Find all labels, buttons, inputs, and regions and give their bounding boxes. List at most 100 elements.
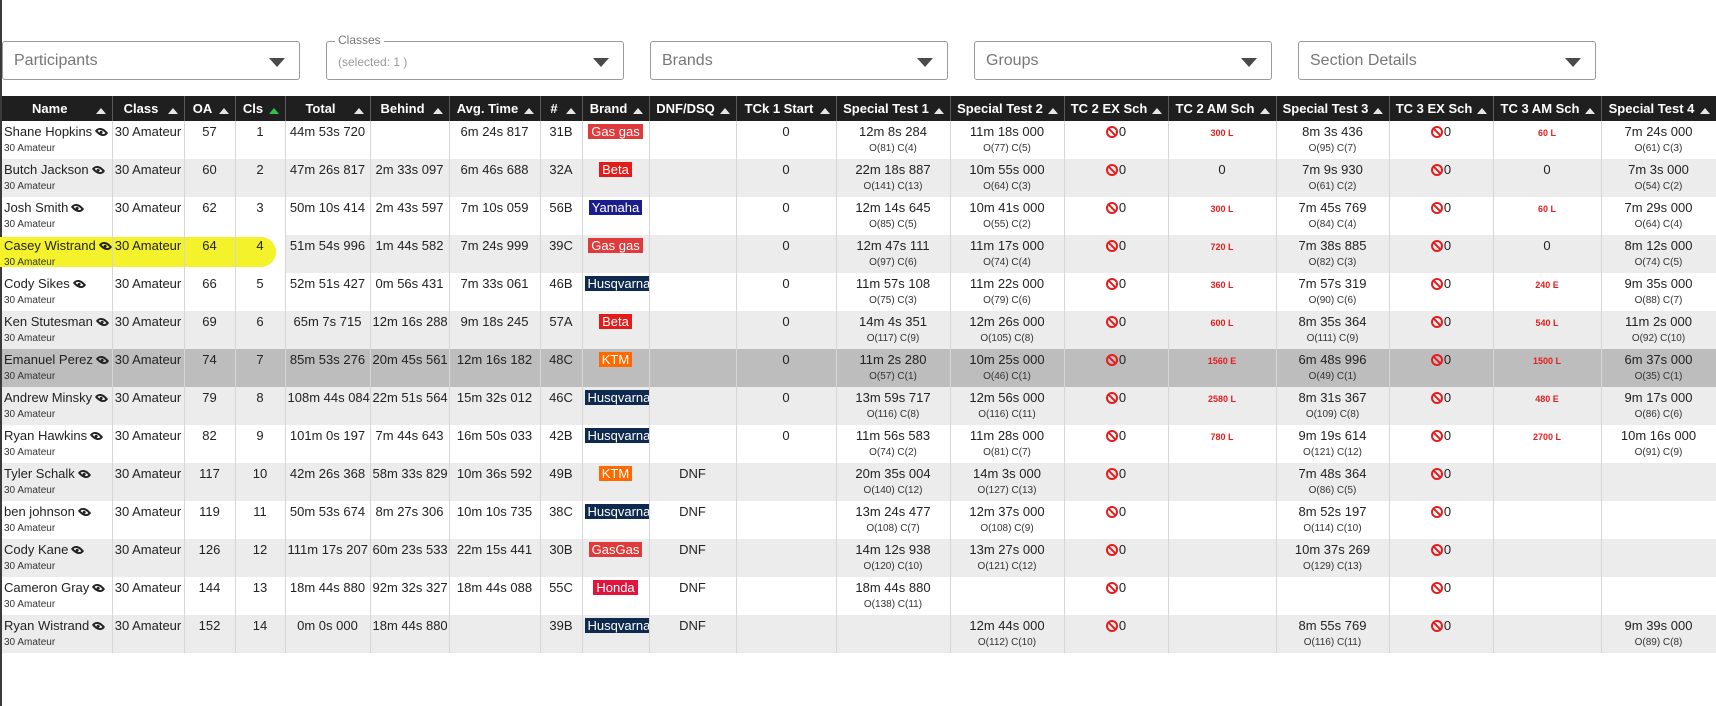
sort-arrow-icon[interactable]: [1699, 108, 1710, 114]
table-row[interactable]: Ken Stutesman 30 Amateur 30 Amateur 69 6 65m …: [2, 311, 1716, 349]
eye-icon[interactable]: [71, 542, 85, 557]
participants-dropdown[interactable]: Participants: [2, 41, 300, 80]
eye-icon[interactable]: [77, 504, 92, 519]
eye-icon[interactable]: [98, 238, 111, 253]
table-row[interactable]: ben johnson 30 Amateur 30 Amateur 119 11 50m …: [2, 501, 1716, 539]
eye-icon[interactable]: [94, 390, 109, 405]
column-header-total[interactable]: Total: [285, 96, 371, 121]
column-header-brand[interactable]: Brand: [582, 96, 650, 121]
participant-name[interactable]: Ryan Hawkins: [4, 428, 87, 443]
eye-icon[interactable]: [77, 466, 92, 481]
column-header-class[interactable]: Class: [112, 96, 185, 121]
table-row[interactable]: Tyler Schalk 30 Amateur 30 Amateur 117 10 42m…: [2, 463, 1716, 501]
groups-dropdown[interactable]: Groups: [974, 41, 1272, 80]
special-test-4-cell: [1601, 539, 1716, 577]
sort-arrow-icon[interactable]: [218, 108, 229, 114]
column-header-oa[interactable]: OA: [184, 96, 236, 121]
table-row[interactable]: Ryan Wistrand 30 Amateur 30 Amateur 152 14 0m…: [2, 615, 1716, 653]
sort-arrow-icon[interactable]: [167, 108, 178, 114]
chevron-down-icon[interactable]: [593, 58, 609, 67]
tc3-ex-sch-cell: 0: [1389, 273, 1494, 311]
column-header-cls[interactable]: Cls: [235, 96, 286, 121]
total-time-value: 0m 0s 000: [297, 618, 358, 633]
column-header-dnf-dsq[interactable]: DNF/DSQ: [649, 96, 737, 121]
bib-number-cell: 39C: [540, 235, 583, 273]
sort-arrow-icon[interactable]: [933, 108, 944, 114]
column-header-tc-3-ex-sch[interactable]: TC 3 EX Sch: [1389, 96, 1494, 121]
table-row[interactable]: Butch Jackson 30 Amateur 30 Amateur 60 2 47m …: [2, 159, 1716, 197]
eye-icon[interactable]: [72, 276, 86, 291]
eye-icon[interactable]: [89, 428, 104, 443]
column-header-tck-1-start[interactable]: TCk 1 Start: [736, 96, 837, 121]
participant-name[interactable]: Josh Smith: [4, 200, 68, 215]
participant-name[interactable]: Cody Sikes: [4, 276, 70, 291]
table-row[interactable]: Ryan Hawkins 30 Amateur 30 Amateur 82 9 101m …: [2, 425, 1716, 463]
sort-arrow-icon[interactable]: [432, 108, 443, 114]
chevron-down-icon[interactable]: [269, 58, 285, 67]
participant-name[interactable]: Casey Wistrand: [4, 238, 96, 253]
column-header-special-test-3[interactable]: Special Test 3: [1276, 96, 1390, 121]
sort-arrow-icon[interactable]: [523, 108, 534, 114]
participant-name[interactable]: Ken Stutesman: [4, 314, 93, 329]
participant-name[interactable]: Ryan Wistrand: [4, 618, 89, 633]
participant-name[interactable]: Shane Hopkins: [4, 124, 92, 139]
eye-icon[interactable]: [71, 200, 85, 215]
participant-name[interactable]: Butch Jackson: [4, 162, 89, 177]
participant-name[interactable]: Andrew Minsky: [4, 390, 92, 405]
column-header-special-test-2[interactable]: Special Test 2: [950, 96, 1065, 121]
sort-arrow-icon[interactable]: [632, 108, 643, 114]
sort-arrow-icon[interactable]: [565, 108, 576, 114]
column-header-[interactable]: #: [540, 96, 583, 121]
average-time-value: 6m 24s 817: [460, 124, 529, 139]
table-row[interactable]: Cody Kane 30 Amateur 30 Amateur 126 12 111m 1…: [2, 539, 1716, 577]
column-header-special-test-1[interactable]: Special Test 1: [836, 96, 951, 121]
table-row[interactable]: Shane Hopkins 30 Amateur 30 Amateur 57 1 44m …: [2, 121, 1716, 159]
sort-arrow-icon[interactable]: [268, 108, 279, 114]
tck1-start-cell: [736, 539, 837, 577]
table-row[interactable]: Cody Sikes 30 Amateur 30 Amateur 66 5 52m 51s…: [2, 273, 1716, 311]
penalty-count: 0: [1118, 580, 1127, 595]
participant-name[interactable]: Cameron Gray: [4, 580, 89, 595]
sort-arrow-icon[interactable]: [1372, 108, 1383, 114]
chevron-down-icon[interactable]: [1565, 58, 1581, 67]
column-header-tc-3-am-sch[interactable]: TC 3 AM Sch: [1493, 96, 1602, 121]
column-header-special-test-4[interactable]: Special Test 4: [1601, 96, 1716, 121]
sort-arrow-icon[interactable]: [353, 108, 364, 114]
sort-arrow-icon[interactable]: [1259, 108, 1270, 114]
sort-arrow-icon[interactable]: [1476, 108, 1487, 114]
section-details-dropdown[interactable]: Section Details: [1298, 41, 1596, 80]
column-header-name[interactable]: Name: [2, 96, 113, 121]
participant-name[interactable]: Tyler Schalk: [4, 466, 75, 481]
penalty-count: 0: [1443, 466, 1452, 481]
sort-arrow-icon[interactable]: [819, 108, 830, 114]
column-header-tc-2-am-sch[interactable]: TC 2 AM Sch: [1168, 96, 1277, 121]
chevron-down-icon[interactable]: [917, 58, 933, 67]
behind-time-cell: 7m 44s 643: [370, 425, 450, 463]
sort-arrow-icon[interactable]: [1047, 108, 1058, 114]
column-header-behind[interactable]: Behind: [370, 96, 450, 121]
table-row[interactable]: Josh Smith 30 Amateur 30 Amateur 62 3 50m 10s…: [2, 197, 1716, 235]
table-row[interactable]: Casey Wistrand 30 Amateur 30 Amateur 64 4 51m…: [2, 235, 1716, 273]
eye-icon[interactable]: [95, 314, 110, 329]
table-row[interactable]: Andrew Minsky 30 Amateur 30 Amateur 79 8 108m…: [2, 387, 1716, 425]
sort-arrow-icon[interactable]: [95, 108, 106, 114]
eye-icon[interactable]: [91, 162, 105, 177]
eye-icon[interactable]: [94, 124, 109, 139]
eye-icon[interactable]: [92, 618, 106, 633]
brands-dropdown[interactable]: Brands: [650, 41, 948, 80]
table-row[interactable]: Emanuel Perez 30 Amateur 30 Amateur 74 7 85m …: [2, 349, 1716, 387]
participant-name[interactable]: Emanuel Perez: [4, 352, 93, 367]
column-header-avg-time[interactable]: Avg. Time: [449, 96, 541, 121]
column-header-tc-2-ex-sch[interactable]: TC 2 EX Sch: [1064, 96, 1169, 121]
participant-name[interactable]: Cody Kane: [4, 542, 68, 557]
chevron-down-icon[interactable]: [1241, 58, 1257, 67]
sort-arrow-icon[interactable]: [1151, 108, 1162, 114]
participant-name[interactable]: ben johnson: [4, 504, 75, 519]
class-value: 30 Amateur: [114, 618, 182, 633]
sort-arrow-icon[interactable]: [1584, 108, 1595, 114]
classes-dropdown[interactable]: Classes (selected: 1 ): [326, 33, 624, 80]
eye-icon[interactable]: [92, 580, 106, 595]
sort-arrow-icon[interactable]: [719, 108, 730, 114]
eye-icon[interactable]: [95, 352, 110, 367]
table-row[interactable]: Cameron Gray 30 Amateur 30 Amateur 144 13 18m…: [2, 577, 1716, 615]
